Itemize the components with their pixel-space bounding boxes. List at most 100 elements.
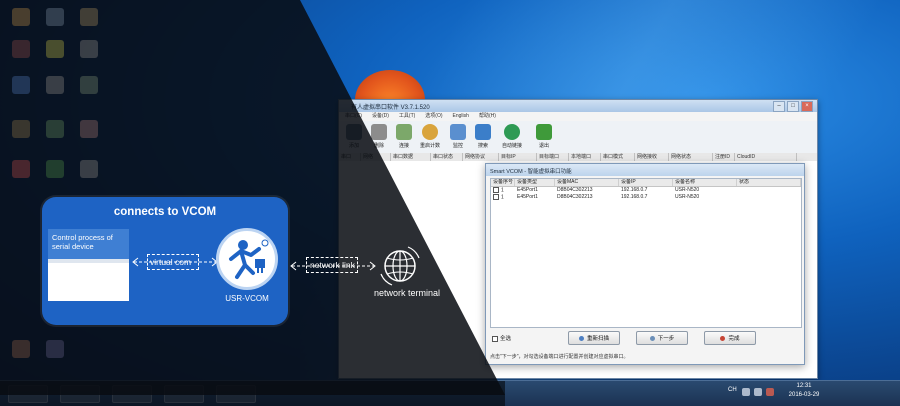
search-device-icon xyxy=(475,124,491,140)
table-cell xyxy=(737,194,801,201)
monitor-button[interactable]: 监控 xyxy=(447,124,469,149)
column-header[interactable]: 网络协议 xyxy=(463,153,499,161)
desktop-icon[interactable] xyxy=(46,8,64,26)
table-cell: E45Port1 xyxy=(517,187,538,193)
desktop-icon[interactable] xyxy=(80,8,98,26)
desktop-icon[interactable] xyxy=(80,76,98,94)
window-controls: – □ × xyxy=(773,101,813,112)
minimize-icon[interactable]: – xyxy=(773,101,785,112)
finish-arrow-icon xyxy=(720,336,726,342)
exit-button[interactable]: 退出 xyxy=(533,124,555,149)
column-header[interactable]: 设备名称 xyxy=(673,179,737,186)
process-toolbar xyxy=(48,259,129,263)
column-header[interactable]: 注册ID xyxy=(713,153,735,161)
table-cell: USR-N520 xyxy=(675,194,700,200)
table-row[interactable]: 1 E45Port1 D8B04C302213 192.168.0.7 USR-… xyxy=(491,187,801,194)
menu-item-tools[interactable]: 工具(T) xyxy=(399,112,415,121)
auto-link-button[interactable]: 自动链接 xyxy=(501,124,523,149)
checkbox-icon xyxy=(492,335,498,342)
tray-volume-icon[interactable] xyxy=(754,388,762,396)
menu-item-english[interactable]: English xyxy=(453,112,469,121)
table-cell: D8B04C302213 xyxy=(557,187,593,193)
table-cell: D8B04C302213 xyxy=(557,194,593,200)
exit-door-icon xyxy=(536,124,552,140)
arrow-right-icon xyxy=(649,336,655,342)
next-button[interactable]: 下一步 xyxy=(636,331,688,345)
table-row[interactable]: 1 E45Port1 D8B04C302213 192.168.0.7 USR-… xyxy=(491,194,801,201)
network-link-label: network link xyxy=(310,260,355,270)
column-header[interactable]: 目标端口 xyxy=(537,153,569,161)
globe-icon xyxy=(380,246,420,286)
desktop-icon[interactable] xyxy=(80,120,98,138)
connect-icon xyxy=(396,124,412,140)
desktop-icon[interactable] xyxy=(80,40,98,58)
browser-icon[interactable] xyxy=(12,76,30,94)
column-header[interactable]: 状态 xyxy=(737,179,801,186)
row-checkbox[interactable] xyxy=(493,194,499,200)
app-title-bar: 有人虚拟串口软件 V3.7.1.520 – □ × xyxy=(339,100,817,112)
desktop-icon[interactable] xyxy=(12,160,30,178)
globe-icon xyxy=(504,124,520,140)
device-list: 设备序号 设备类型 设备MAC 设备IP 设备名称 状态 1 E45Port1 … xyxy=(490,178,802,328)
network-terminal-label: network terminal xyxy=(373,288,441,298)
close-icon[interactable]: × xyxy=(801,101,813,112)
table-cell: 192.168.0.7 xyxy=(621,194,648,200)
desktop-icon[interactable] xyxy=(12,340,30,358)
finish-button[interactable]: 完成 xyxy=(704,331,756,345)
desktop-icon[interactable] xyxy=(12,8,30,26)
smart-vcom-dialog: Smart VCOM - 智能虚拟串口功能 设备序号 设备类型 设备MAC 设备… xyxy=(485,163,805,365)
toolbar: 添加 删除 连接 重启计数 监控 搜索 自动链接 退出 xyxy=(339,121,817,154)
device-list-header: 设备序号 设备类型 设备MAC 设备IP 设备名称 状态 xyxy=(491,179,801,187)
maximize-icon[interactable]: □ xyxy=(787,101,799,112)
desktop-icon[interactable] xyxy=(46,340,64,358)
table-cell: E45Port1 xyxy=(517,194,538,200)
magnifier-icon xyxy=(578,336,584,342)
rescan-button[interactable]: 重新扫描 xyxy=(568,331,620,345)
clock-time[interactable]: 12:31 xyxy=(784,383,824,389)
desktop-icon[interactable] xyxy=(46,160,64,178)
tray-alert-icon[interactable] xyxy=(766,388,774,396)
monitor-icon xyxy=(450,124,466,140)
menu-item-options[interactable]: 选项(O) xyxy=(425,112,442,121)
column-header[interactable]: 串口模式 xyxy=(601,153,635,161)
column-header[interactable]: CloudID xyxy=(735,153,797,161)
table-cell: 192.168.0.7 xyxy=(621,187,648,193)
column-header[interactable]: 网络状态 xyxy=(669,153,713,161)
column-header[interactable]: 设备IP xyxy=(619,179,673,186)
column-header[interactable]: 设备类型 xyxy=(515,179,555,186)
gauge-icon xyxy=(422,124,438,140)
virtual-com-label: virtual com xyxy=(150,257,192,267)
tray-network-icon[interactable] xyxy=(742,388,750,396)
desktop-icon[interactable] xyxy=(46,120,64,138)
clock-date[interactable]: 2016-03-29 xyxy=(780,392,828,398)
dialog-title-bar: Smart VCOM - 智能虚拟串口功能 xyxy=(486,164,804,176)
language-indicator[interactable]: CH xyxy=(728,387,737,393)
column-header[interactable]: 目标IP xyxy=(499,153,537,161)
desktop-icon[interactable] xyxy=(12,120,30,138)
connect-button[interactable]: 连接 xyxy=(393,124,415,149)
column-header[interactable]: 串口状态 xyxy=(431,153,463,161)
desktop-icon[interactable] xyxy=(46,76,64,94)
usr-vcom-label: USR-VCOM xyxy=(225,294,269,303)
row-checkbox[interactable] xyxy=(493,187,499,193)
search-button[interactable]: 搜索 xyxy=(472,124,494,149)
column-header[interactable]: 网络接收 xyxy=(635,153,669,161)
desktop-icon[interactable] xyxy=(12,40,30,58)
delete-port-icon xyxy=(371,124,387,140)
table-cell: USR-N520 xyxy=(675,187,700,193)
menu-item-device[interactable]: 设备(D) xyxy=(372,112,389,121)
column-header[interactable]: 串口数据 xyxy=(391,153,431,161)
menu-bar: 串口(C) 设备(D) 工具(T) 选项(O) English 帮助(H) xyxy=(339,112,817,121)
column-header[interactable]: 本地端口 xyxy=(569,153,601,161)
table-cell xyxy=(737,187,801,194)
process-label: Control process of serial device xyxy=(52,233,113,251)
reset-count-button[interactable]: 重启计数 xyxy=(419,124,441,149)
select-all-checkbox[interactable]: 全选 xyxy=(492,334,511,342)
column-header[interactable]: 设备MAC xyxy=(555,179,619,186)
menu-item-help[interactable]: 帮助(H) xyxy=(479,112,496,121)
desktop-icon[interactable] xyxy=(80,160,98,178)
usr-vcom-logo xyxy=(216,228,278,290)
dialog-status-text: 点击"下一步"，对勾选设备端口进行配置并创建对应虚拟串口。 xyxy=(490,354,629,360)
star-icon[interactable] xyxy=(46,40,64,58)
column-header[interactable]: 设备序号 xyxy=(491,179,515,186)
